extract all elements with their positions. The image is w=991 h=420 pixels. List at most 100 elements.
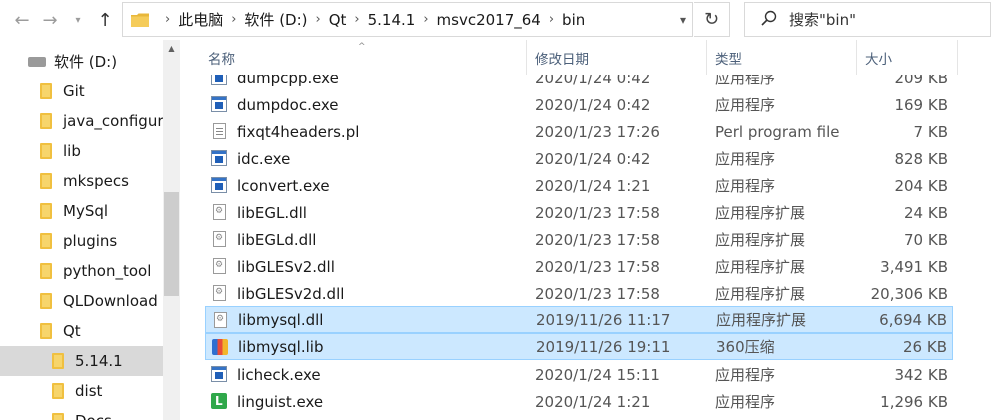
file-name: lconvert.exe bbox=[237, 176, 330, 195]
file-row[interactable]: libEGL.dll 2020/1/23 17:58 应用程序扩展 24 KB bbox=[205, 199, 953, 226]
file-date: 2019/11/26 19:11 bbox=[536, 337, 671, 356]
file-row[interactable]: libGLESv2.dll 2020/1/23 17:58 应用程序扩展 3,4… bbox=[205, 253, 953, 280]
nav-item-label: Docs bbox=[75, 412, 112, 420]
exe-icon bbox=[211, 150, 227, 166]
nav-item-docs[interactable]: Docs bbox=[0, 406, 112, 420]
file-type: 应用程序 bbox=[715, 96, 776, 114]
arrow-up-icon: ↑ bbox=[97, 9, 113, 31]
nav-item-drive-d[interactable]: 软件 (D:) bbox=[0, 46, 163, 76]
file-name: licheck.exe bbox=[237, 365, 321, 384]
scrollbar-thumb[interactable] bbox=[164, 192, 179, 296]
nav-item-mkspecs[interactable]: mkspecs bbox=[0, 166, 129, 196]
file-date: 2020/1/23 17:58 bbox=[535, 230, 660, 249]
dll-icon bbox=[213, 258, 226, 274]
breadcrumb-drive-d[interactable]: 软件 (D:) bbox=[244, 9, 307, 30]
file-row[interactable]: dumpdoc.exe 2020/1/24 0:42 应用程序 169 KB bbox=[205, 91, 953, 118]
search-box[interactable]: 搜索"bin" bbox=[744, 2, 991, 37]
breadcrumb-separator-icon[interactable]: › bbox=[223, 12, 244, 27]
file-type: Perl program file bbox=[715, 122, 840, 141]
file-date: 2020/1/24 1:21 bbox=[535, 392, 651, 411]
nav-item-git[interactable]: Git bbox=[0, 76, 85, 106]
file-type: 应用程序扩展 bbox=[715, 204, 806, 222]
breadcrumb-msvc[interactable]: msvc2017_64 bbox=[437, 11, 541, 29]
forward-button[interactable]: → bbox=[38, 8, 62, 32]
back-button[interactable]: ← bbox=[10, 8, 34, 32]
breadcrumb-separator-icon[interactable]: › bbox=[415, 12, 436, 27]
nav-item-5-14-1[interactable]: 5.14.1 bbox=[0, 346, 163, 376]
file-row[interactable]: fixqt4headers.pl 2020/1/23 17:26 Perl pr… bbox=[205, 118, 953, 145]
file-type: 应用程序扩展 bbox=[716, 311, 807, 329]
recent-locations-button[interactable]: ▾ bbox=[66, 8, 90, 32]
file-type: 应用程序扩展 bbox=[715, 285, 806, 303]
file-row-selected[interactable]: libmysql.dll 2019/11/26 11:17 应用程序扩展 6,6… bbox=[205, 306, 953, 333]
arrow-right-icon: → bbox=[42, 9, 58, 31]
nav-item-qldownload[interactable]: QLDownload bbox=[0, 286, 158, 316]
folder-icon bbox=[52, 353, 64, 369]
file-size: 169 KB bbox=[894, 95, 948, 114]
breadcrumb-separator-icon[interactable]: › bbox=[541, 12, 562, 27]
file-size: 6,694 KB bbox=[879, 310, 947, 329]
nav-item-plugins[interactable]: plugins bbox=[0, 226, 117, 256]
folder-icon bbox=[40, 263, 52, 279]
file-row[interactable]: libGLESv2d.dll 2020/1/23 17:58 应用程序扩展 20… bbox=[205, 280, 953, 307]
nav-item-label: MySql bbox=[63, 202, 109, 220]
breadcrumb-qt[interactable]: Qt bbox=[329, 11, 347, 29]
folder-icon bbox=[40, 143, 52, 159]
chevron-down-icon: ▾ bbox=[75, 14, 81, 26]
sort-ascending-icon: ^ bbox=[358, 42, 366, 52]
address-history-chevron-icon[interactable]: ▾ bbox=[680, 13, 686, 27]
column-header-date[interactable]: 修改日期 bbox=[527, 40, 707, 75]
nav-item-java-configura[interactable]: java_configura bbox=[0, 106, 173, 136]
dll-icon bbox=[214, 312, 227, 328]
file-type: 应用程序 bbox=[715, 393, 776, 411]
file-list: 名称 ^ 修改日期 类型 大小 dumpcpp.exe 2020/1/24 0:… bbox=[180, 40, 991, 420]
file-row[interactable]: idc.exe 2020/1/24 0:42 应用程序 828 KB bbox=[205, 145, 953, 172]
file-name: libmysql.dll bbox=[238, 310, 324, 329]
file-row[interactable]: lconvert.exe 2020/1/24 1:21 应用程序 204 KB bbox=[205, 172, 953, 199]
search-placeholder: 搜索"bin" bbox=[789, 11, 856, 29]
column-header-size[interactable]: 大小 bbox=[857, 40, 958, 75]
nav-item-label: QLDownload bbox=[63, 292, 158, 310]
file-type: 应用程序 bbox=[715, 150, 776, 168]
dll-icon bbox=[213, 231, 226, 247]
refresh-button[interactable]: ↻ bbox=[694, 2, 730, 37]
file-row[interactable]: licheck.exe 2020/1/24 15:11 应用程序 342 KB bbox=[205, 361, 953, 388]
nav-item-label: Git bbox=[63, 82, 85, 100]
file-date: 2020/1/24 15:11 bbox=[535, 365, 660, 384]
nav-item-label: lib bbox=[63, 142, 81, 160]
file-date: 2020/1/23 17:58 bbox=[535, 257, 660, 276]
exe-icon bbox=[211, 96, 227, 112]
nav-item-python-tool[interactable]: python_tool bbox=[0, 256, 151, 286]
nav-item-label: dist bbox=[75, 382, 103, 400]
breadcrumb-version[interactable]: 5.14.1 bbox=[368, 11, 416, 29]
up-button[interactable]: ↑ bbox=[93, 8, 117, 32]
text-file-icon bbox=[213, 123, 226, 139]
column-date-label: 修改日期 bbox=[535, 51, 589, 68]
folder-icon bbox=[40, 233, 52, 249]
breadcrumb-separator-icon[interactable]: › bbox=[308, 12, 329, 27]
file-row-selected[interactable]: libmysql.lib 2019/11/26 19:11 360压缩 26 K… bbox=[205, 333, 953, 360]
folder-icon bbox=[40, 323, 52, 339]
nav-scrollbar[interactable]: ▲ bbox=[163, 40, 180, 420]
nav-item-label: plugins bbox=[63, 232, 118, 250]
file-row[interactable]: linguist.exe 2020/1/24 1:21 应用程序 1,296 K… bbox=[205, 388, 953, 415]
file-type: 应用程序扩展 bbox=[715, 231, 806, 249]
nav-item-dist[interactable]: dist bbox=[0, 376, 102, 406]
nav-item-mysql[interactable]: MySql bbox=[0, 196, 108, 226]
file-row[interactable]: libEGLd.dll 2020/1/23 17:58 应用程序扩展 70 KB bbox=[205, 226, 953, 253]
file-date: 2020/1/23 17:58 bbox=[535, 284, 660, 303]
file-size: 24 KB bbox=[904, 203, 948, 222]
file-date: 2020/1/24 1:21 bbox=[535, 176, 651, 195]
file-name: libEGLd.dll bbox=[237, 230, 317, 249]
nav-item-lib[interactable]: lib bbox=[0, 136, 81, 166]
nav-item-label: 软件 (D:) bbox=[54, 52, 118, 71]
folder-icon bbox=[40, 83, 52, 99]
scroll-up-icon[interactable]: ▲ bbox=[163, 40, 180, 57]
breadcrumb-this-pc[interactable]: 此电脑 bbox=[178, 9, 223, 30]
file-date: 2020/1/24 0:42 bbox=[535, 95, 651, 114]
address-bar[interactable]: › 此电脑 › 软件 (D:) › Qt › 5.14.1 › msvc2017… bbox=[122, 2, 693, 37]
column-header-type[interactable]: 类型 bbox=[707, 40, 857, 75]
breadcrumb-separator-icon[interactable]: › bbox=[346, 12, 367, 27]
nav-item-qt[interactable]: Qt bbox=[0, 316, 81, 346]
breadcrumb-bin[interactable]: bin bbox=[562, 11, 585, 29]
